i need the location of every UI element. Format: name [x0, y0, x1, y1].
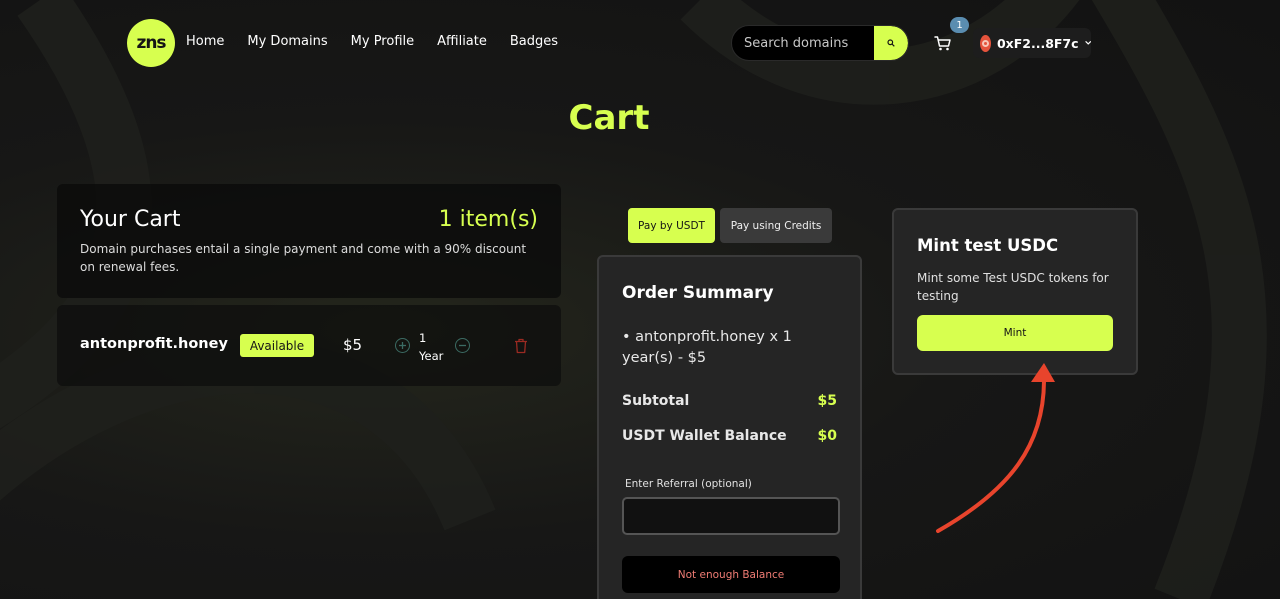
wallet-balance-value: $0	[817, 428, 837, 444]
cart-description: Domain purchases entail a single payment…	[80, 242, 527, 274]
search-button[interactable]	[874, 26, 908, 60]
cart-icon	[934, 36, 951, 51]
nav-home[interactable]: Home	[186, 34, 224, 49]
nav-my-domains[interactable]: My Domains	[247, 34, 327, 49]
annotation-arrow	[936, 363, 1055, 533]
increase-year-button[interactable]	[395, 338, 410, 353]
mint-description: Mint some Test USDC tokens for testing	[917, 271, 1109, 303]
cart-heading: Your Cart	[80, 207, 181, 232]
cart-item-row: antonprofit.honey Available $5 1 Year	[57, 305, 561, 386]
nav-my-profile[interactable]: My Profile	[351, 34, 414, 49]
duration-value: 1	[419, 331, 427, 345]
minus-icon	[459, 344, 466, 347]
chevron-down-icon	[1084, 41, 1091, 45]
remove-item-button[interactable]	[514, 338, 528, 354]
plus-icon	[399, 342, 406, 349]
order-line-item: • antonprofit.honey x 1 year(s) - $5	[622, 329, 792, 366]
cart-button[interactable]	[933, 33, 953, 53]
wallet-address: 0xF2...8F7c	[996, 35, 1079, 51]
tab-pay-using-credits[interactable]: Pay using Credits	[720, 208, 832, 243]
search-bar	[731, 25, 909, 61]
cart-count-badge: 1	[950, 17, 969, 33]
zns-logo[interactable]: zns	[127, 19, 175, 67]
main-nav: Home My Domains My Profile Affiliate Bad…	[186, 34, 581, 49]
nav-badges[interactable]: Badges	[510, 34, 558, 49]
domain-name: antonprofit.honey	[80, 336, 228, 352]
search-icon	[887, 39, 895, 47]
subtotal-value: $5	[817, 393, 837, 409]
order-summary-title: Order Summary	[622, 283, 774, 303]
tab-pay-by-usdt[interactable]: Pay by USDT	[628, 208, 715, 243]
not-enough-balance-button[interactable]: Not enough Balance	[622, 556, 840, 593]
page-title: Cart	[568, 98, 650, 138]
mint-title: Mint test USDC	[917, 236, 1059, 255]
referral-label: Enter Referral (optional)	[625, 478, 752, 490]
duration-label: 1 Year	[419, 329, 443, 365]
wallet-avatar	[980, 34, 991, 52]
subtotal-label: Subtotal	[622, 393, 690, 409]
nav-affiliate[interactable]: Affiliate	[437, 34, 487, 49]
referral-input[interactable]	[622, 497, 840, 535]
item-price: $5	[343, 336, 363, 354]
wallet-balance-label: USDT Wallet Balance	[622, 428, 787, 444]
trash-icon	[515, 338, 527, 354]
mint-button[interactable]: Mint	[917, 315, 1113, 351]
wallet-dropdown[interactable]: 0xF2...8F7c	[973, 28, 1091, 58]
search-input[interactable]	[732, 26, 876, 60]
cart-summary-panel: Your Cart 1 item(s) Domain purchases ent…	[57, 184, 561, 298]
order-summary-panel: Order Summary • antonprofit.honey x 1 ye…	[597, 255, 862, 599]
decrease-year-button[interactable]	[455, 338, 470, 353]
cart-item-count: 1 item(s)	[438, 207, 538, 232]
duration-unit: Year	[419, 349, 444, 363]
status-badge: Available	[240, 334, 314, 357]
mint-usdc-card: Mint test USDC Mint some Test USDC token…	[892, 208, 1138, 375]
